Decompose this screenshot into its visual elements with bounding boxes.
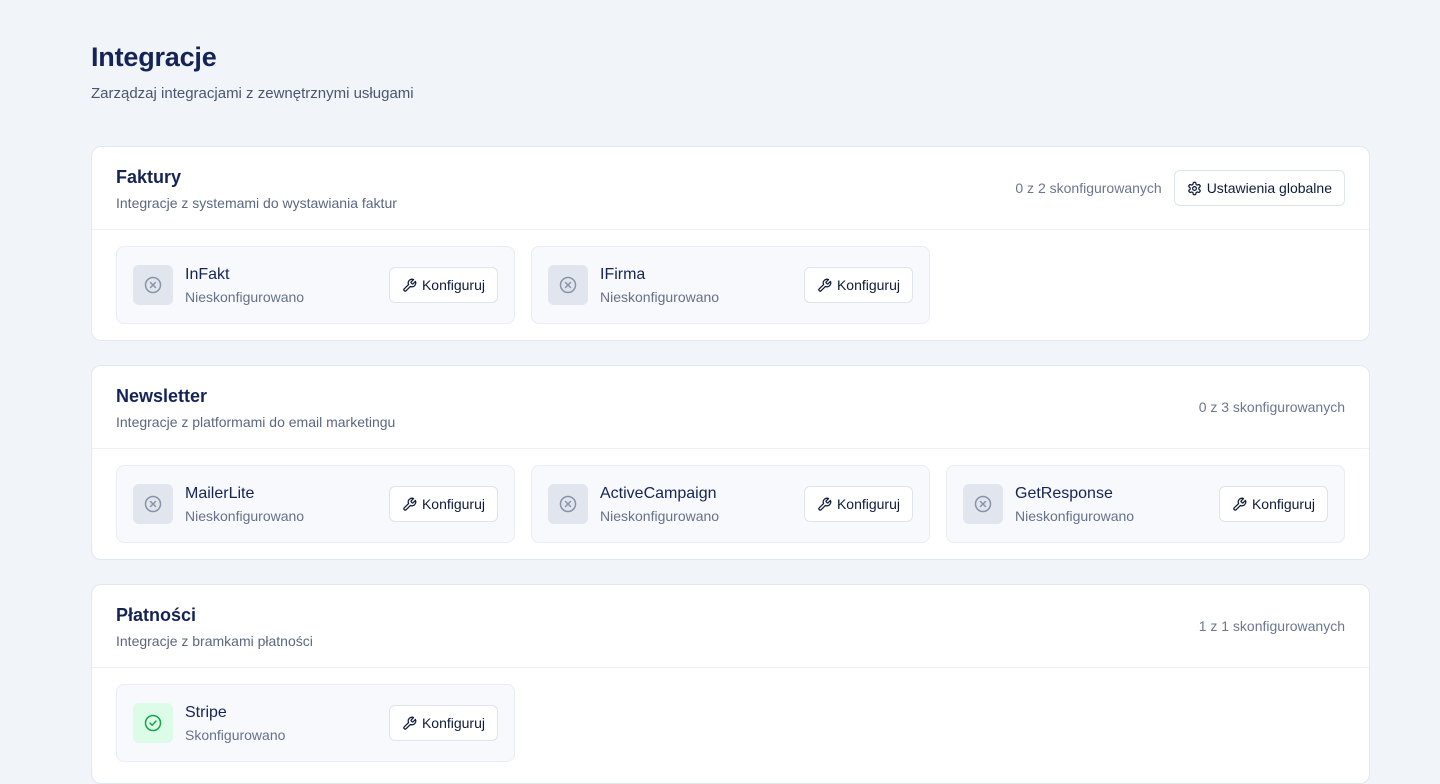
configure-label: Konfiguruj — [421, 715, 485, 731]
integration-status: Nieskonfigurowano — [600, 289, 720, 305]
integration-status: Nieskonfigurowano — [185, 508, 305, 524]
integration-card-getresponse: GetResponse Nieskonfigurowano Konfiguruj — [946, 465, 1345, 543]
integration-name: ActiveCampaign — [600, 485, 717, 502]
configured-count: 0 z 3 skonfigurowanych — [1198, 399, 1345, 415]
section-header: Faktury Integracje z systemami do wystaw… — [92, 147, 1369, 230]
status-icon-box — [548, 265, 588, 305]
wrench-icon — [403, 716, 417, 730]
section-platnosci: Płatności Integracje z bramkami płatnośc… — [91, 584, 1370, 784]
section-newsletter: Newsletter Integracje z platformami do e… — [91, 365, 1370, 560]
section-description: Integracje z systemami do wystawiania fa… — [116, 195, 397, 211]
status-icon-box — [133, 484, 173, 524]
page-title: Integracje — [91, 42, 217, 72]
configured-count: 0 z 2 skonfigurowanych — [1015, 180, 1162, 196]
configure-label: Konfiguruj — [421, 496, 485, 512]
integration-status: Nieskonfigurowano — [600, 508, 720, 524]
wrench-icon — [1233, 497, 1247, 511]
gear-icon — [1187, 181, 1201, 195]
configure-button[interactable]: Konfiguruj — [388, 705, 498, 741]
integration-card-ifirma: IFirma Nieskonfigurowano Konfiguruj — [531, 246, 930, 324]
section-title: Płatności — [116, 605, 197, 625]
integration-name: IFirma — [600, 266, 646, 283]
section-actions: 1 z 1 skonfigurowanych — [1199, 608, 1345, 644]
integration-list: MailerLite Nieskonfigurowano Konfiguruj … — [92, 449, 1369, 559]
configure-button[interactable]: Konfiguruj — [803, 486, 913, 522]
check-circle-icon — [144, 714, 162, 732]
configure-button[interactable]: Konfiguruj — [1218, 486, 1328, 522]
integration-list: Stripe Skonfigurowano Konfiguruj — [92, 668, 1369, 779]
integration-status: Nieskonfigurowano — [1015, 508, 1135, 524]
integration-name: Stripe — [185, 704, 227, 721]
x-circle-icon — [974, 495, 992, 513]
section-faktury: Faktury Integracje z systemami do wystaw… — [91, 146, 1370, 341]
integration-status: Skonfigurowano — [185, 727, 286, 743]
integration-card-infakt: InFakt Nieskonfigurowano Konfiguruj — [116, 246, 515, 324]
global-settings-label: Ustawienia globalne — [1206, 180, 1332, 196]
configure-label: Konfiguruj — [836, 496, 900, 512]
section-actions: 0 z 3 skonfigurowanych — [1199, 389, 1345, 425]
configure-button[interactable]: Konfiguruj — [388, 486, 498, 522]
configure-button[interactable]: Konfiguruj — [803, 267, 913, 303]
page-subtitle: Zarządzaj integracjami z zewnętrznymi us… — [91, 85, 414, 102]
integration-name: GetResponse — [1015, 485, 1113, 502]
status-icon-box — [133, 265, 173, 305]
status-icon-box — [963, 484, 1003, 524]
x-circle-icon — [559, 495, 577, 513]
x-circle-icon — [144, 276, 162, 294]
integration-list: InFakt Nieskonfigurowano Konfiguruj IFir… — [92, 230, 1369, 340]
section-description: Integracje z platformami do email market… — [116, 414, 396, 430]
x-circle-icon — [144, 495, 162, 513]
integration-status: Nieskonfigurowano — [185, 289, 305, 305]
configure-button[interactable]: Konfiguruj — [388, 267, 498, 303]
integration-card-mailerlite: MailerLite Nieskonfigurowano Konfiguruj — [116, 465, 515, 543]
configure-label: Konfiguruj — [421, 277, 485, 293]
x-circle-icon — [559, 276, 577, 294]
integration-card-stripe: Stripe Skonfigurowano Konfiguruj — [116, 684, 515, 762]
status-icon-box — [133, 703, 173, 743]
section-header: Newsletter Integracje z platformami do e… — [92, 366, 1369, 449]
section-title: Newsletter — [116, 386, 208, 406]
wrench-icon — [403, 497, 417, 511]
configured-count: 1 z 1 skonfigurowanych — [1198, 618, 1345, 634]
integration-card-activecampaign: ActiveCampaign Nieskonfigurowano Konfigu… — [531, 465, 930, 543]
configure-label: Konfiguruj — [836, 277, 900, 293]
status-icon-box — [548, 484, 588, 524]
section-header: Płatności Integracje z bramkami płatnośc… — [92, 585, 1369, 668]
wrench-icon — [818, 278, 832, 292]
integration-name: MailerLite — [185, 485, 255, 502]
wrench-icon — [818, 497, 832, 511]
configure-label: Konfiguruj — [1251, 496, 1315, 512]
integration-name: InFakt — [185, 266, 230, 283]
section-title: Faktury — [116, 167, 182, 187]
section-actions: 0 z 2 skonfigurowanych Ustawienia global… — [1015, 170, 1345, 206]
global-settings-button[interactable]: Ustawienia globalne — [1173, 170, 1345, 206]
wrench-icon — [403, 278, 417, 292]
section-description: Integracje z bramkami płatności — [116, 633, 313, 649]
